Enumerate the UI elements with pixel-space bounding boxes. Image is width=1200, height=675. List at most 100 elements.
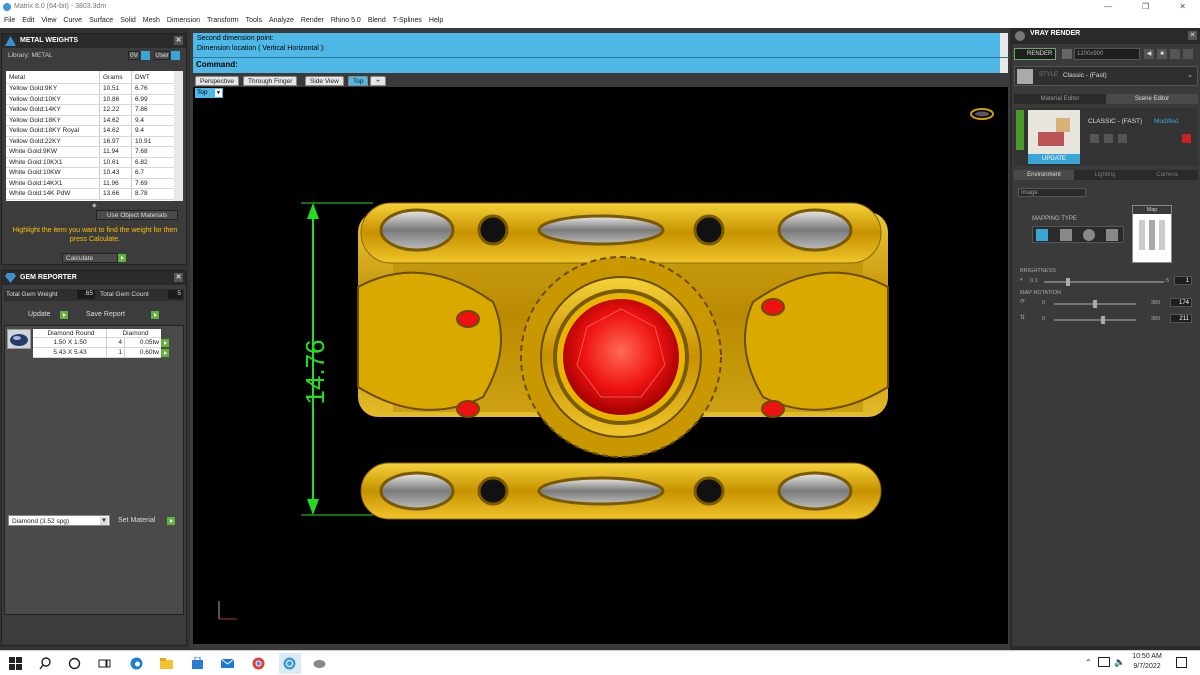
menu-edit[interactable]: Edit <box>22 14 34 28</box>
clock-time[interactable]: 10:50 AM <box>1131 653 1163 660</box>
tab-side-view[interactable]: Side View <box>305 76 344 86</box>
close-icon[interactable]: ✕ <box>1179 0 1186 14</box>
search-icon[interactable] <box>39 657 52 670</box>
style-select[interactable]: STYLE Classic - (Fast) ⌄ <box>1014 66 1198 86</box>
camera-icon[interactable] <box>1062 49 1072 59</box>
menu-dimension[interactable]: Dimension <box>167 14 200 28</box>
network-icon[interactable] <box>1098 657 1110 667</box>
table-row[interactable]: White Gold:10KX1 10.61 6.82 <box>6 157 174 168</box>
close-icon[interactable]: ✕ <box>174 273 183 282</box>
rhino-app-icon[interactable] <box>313 657 326 670</box>
stop-icon[interactable]: ■ <box>1157 49 1167 59</box>
maximize-icon[interactable]: ❐ <box>1142 0 1149 14</box>
slider-knob[interactable] <box>1066 278 1070 286</box>
update-button[interactable]: UPDATE <box>1028 154 1080 164</box>
chrome-icon[interactable] <box>252 657 265 670</box>
use-object-materials-button[interactable]: Use Object Materials <box>96 210 178 220</box>
save-icon[interactable] <box>1183 49 1193 59</box>
menu-rhino[interactable]: Rhino 5.0 <box>331 14 361 28</box>
column-header[interactable]: Metal <box>6 71 100 83</box>
minimize-icon[interactable]: — <box>1104 0 1112 14</box>
user-button[interactable]: User <box>154 51 170 60</box>
table-row[interactable]: Yellow Gold:18KY Royal 14.62 9.4 <box>6 126 174 137</box>
add-tab-icon[interactable]: + <box>370 76 386 86</box>
environment-type-select[interactable]: Image <box>1018 188 1086 197</box>
notification-icon[interactable] <box>1176 657 1187 668</box>
table-row[interactable]: Yellow Gold:10KY 10.86 6.99 <box>6 94 174 105</box>
column-header[interactable]: DWT <box>132 71 174 83</box>
user-toggle-icon[interactable] <box>171 51 180 60</box>
cortana-icon[interactable] <box>68 657 81 670</box>
tab-perspective[interactable]: Perspective <box>195 76 239 86</box>
menu-help[interactable]: Help <box>429 14 443 28</box>
table-row[interactable]: White Gold:9KW 11.94 7.68 <box>6 147 174 158</box>
splitter-icon[interactable]: ◆ <box>92 202 97 209</box>
update-button[interactable]: Update <box>28 311 51 318</box>
command-input[interactable]: Command: <box>193 57 1008 71</box>
rotation-2-value[interactable]: 211 <box>1170 314 1192 323</box>
menu-surface[interactable]: Surface <box>89 14 113 28</box>
menu-blend[interactable]: Blend <box>368 14 386 28</box>
tab-top[interactable]: Top <box>348 76 369 86</box>
preset-action-icon[interactable] <box>1104 134 1113 143</box>
menu-render[interactable]: Render <box>301 14 324 28</box>
slider-knob[interactable] <box>1101 316 1105 324</box>
menu-view[interactable]: View <box>41 14 56 28</box>
library-toggle-icon[interactable] <box>141 51 150 60</box>
save-report-arrow-icon[interactable] <box>151 311 159 319</box>
windows-start-icon[interactable] <box>9 657 22 670</box>
planar-map-icon[interactable] <box>1036 229 1048 241</box>
table-row[interactable]: Yellow Gold:18KY 14.62 9.4 <box>6 115 174 126</box>
store-icon[interactable] <box>191 657 204 670</box>
menu-analyze[interactable]: Analyze <box>269 14 294 28</box>
command-input-scroll[interactable] <box>1000 58 1008 71</box>
sphere-map-icon[interactable] <box>1083 229 1095 241</box>
volume-icon[interactable]: 🔈 <box>1114 657 1125 668</box>
gem-row-arrow-icon[interactable] <box>161 349 169 357</box>
open-icon[interactable] <box>1170 49 1180 59</box>
menu-solid[interactable]: Solid <box>120 14 136 28</box>
gem-row-arrow-icon[interactable] <box>161 339 169 347</box>
box-map-icon[interactable] <box>1060 229 1072 241</box>
table-row[interactable]: White Gold:14K PdW 13.66 8.78 <box>6 189 174 200</box>
preset-action-icon[interactable] <box>1118 134 1127 143</box>
preset-thumbnail[interactable] <box>1028 110 1080 154</box>
calculate-button[interactable]: Calculate <box>62 253 118 263</box>
metal-table-scrollbar[interactable] <box>174 71 183 201</box>
rotation-1-slider[interactable] <box>1054 300 1136 308</box>
menu-file[interactable]: File <box>4 14 15 28</box>
material-select[interactable]: Diamond (3.52 spg) ▼ <box>8 515 110 526</box>
menu-mesh[interactable]: Mesh <box>143 14 160 28</box>
mail-icon[interactable] <box>221 657 234 670</box>
map-preview[interactable]: Map <box>1132 205 1172 263</box>
tab-through-finger[interactable]: Through Finger <box>243 76 298 86</box>
table-row[interactable]: Yellow Gold:9KY 10.51 6.76 <box>6 84 174 95</box>
set-material-arrow-icon[interactable] <box>167 517 175 525</box>
cylinder-map-icon[interactable] <box>1106 229 1118 241</box>
close-icon[interactable]: ✕ <box>174 36 183 45</box>
menu-tools[interactable]: Tools <box>246 14 262 28</box>
tab-lighting[interactable]: Lighting <box>1074 170 1136 180</box>
preset-expand-icon[interactable] <box>1016 110 1024 150</box>
close-icon[interactable]: ✕ <box>1188 31 1197 40</box>
rotation-2-slider[interactable] <box>1054 316 1136 324</box>
table-row[interactable]: 5.43 X 5.43 1 0.60tw <box>33 348 161 358</box>
tab-material-editor[interactable]: Material Editor <box>1014 94 1106 104</box>
rewind-icon[interactable]: ◀ <box>1144 49 1154 59</box>
render-button[interactable]: RENDER <box>1014 48 1056 60</box>
tab-environment[interactable]: Environment <box>1014 170 1074 180</box>
chevron-up-icon[interactable]: ⌃ <box>1085 658 1092 667</box>
chevron-down-icon[interactable]: ▼ <box>100 517 108 525</box>
viewport-top[interactable]: Top ▼ 14.76 <box>193 87 1008 644</box>
save-report-button[interactable]: Save Report <box>86 311 125 318</box>
tab-scene-editor[interactable]: Scene Editor <box>1106 94 1198 104</box>
table-row[interactable]: White Gold:14KX1 11.96 7.69 <box>6 178 174 189</box>
table-row[interactable]: 1.50 X 1.50 4 0.05tw <box>33 338 161 348</box>
column-header[interactable]: Grams <box>100 71 132 83</box>
rotation-1-value[interactable]: 174 <box>1170 298 1192 307</box>
resolution-field[interactable]: 1200x900 <box>1074 48 1140 60</box>
matrix-app-icon[interactable] <box>283 657 296 670</box>
update-arrow-icon[interactable] <box>60 311 68 319</box>
menu-transform[interactable]: Transform <box>207 14 239 28</box>
clock-date[interactable]: 9/7/2022 <box>1131 663 1163 670</box>
